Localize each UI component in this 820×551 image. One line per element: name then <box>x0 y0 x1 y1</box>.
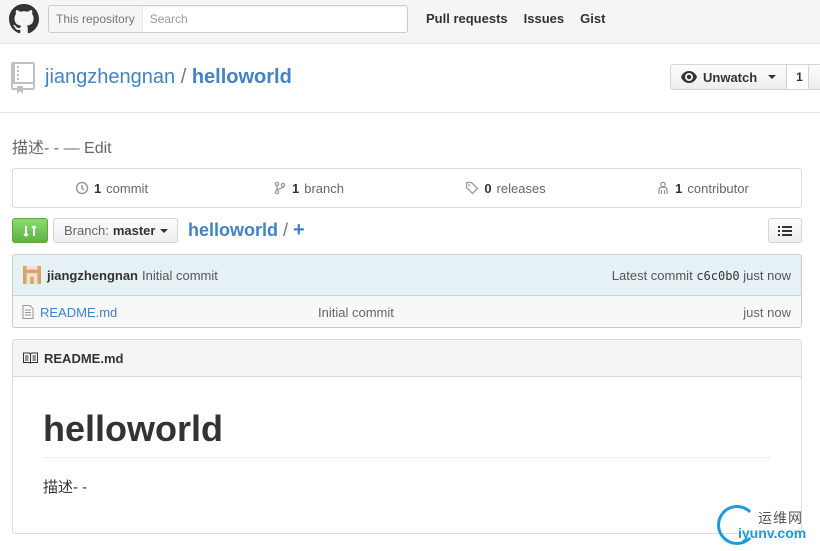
summary-commits[interactable]: 1 commit <box>13 169 210 207</box>
commit-message-link[interactable]: Initial commit <box>142 268 218 283</box>
commit-time: just now <box>743 267 791 283</box>
breadcrumb: helloworld / + <box>188 219 305 242</box>
table-row: README.md Initial commit just now <box>13 296 801 327</box>
book-icon <box>23 352 38 364</box>
summary-contributors[interactable]: 1 contributor <box>604 169 801 207</box>
repo-owner-link[interactable]: jiangzhengnan <box>45 66 175 88</box>
readme-filename: README.md <box>44 350 124 366</box>
compare-review-button[interactable] <box>12 218 48 243</box>
latest-commit-info: Latest commit c6c0b0 just now <box>612 268 791 283</box>
watermark-url: iyunv.com <box>738 525 807 541</box>
contributors-count: 1 <box>675 180 683 196</box>
file-age: just now <box>743 304 791 320</box>
nav-issues[interactable]: Issues <box>524 11 564 26</box>
search-input[interactable] <box>142 7 403 31</box>
description-dash: — <box>63 140 80 157</box>
github-logo-icon[interactable] <box>9 4 39 34</box>
file-name-link[interactable]: README.md <box>40 305 318 320</box>
avatar[interactable] <box>23 266 41 284</box>
list-icon <box>778 225 792 236</box>
repo-name-link[interactable]: helloworld <box>192 66 292 88</box>
branch-name: master <box>112 223 156 238</box>
summary-releases[interactable]: 0 releases <box>407 169 604 207</box>
header-nav: Pull requests Issues Gist <box>426 11 605 26</box>
watch-button-group: Unwatch 1 <box>670 64 813 90</box>
numbers-summary: 1 commit 1 branch 0 releases 1 contribut… <box>12 168 802 208</box>
repo-title: jiangzhengnan / helloworld <box>45 66 292 89</box>
site-header: This repository Pull requests Issues Gis… <box>0 0 820 44</box>
git-branch-icon <box>274 181 286 195</box>
chevron-down-icon <box>768 75 777 79</box>
branch-prefix: Branch: <box>64 223 109 238</box>
site-search: This repository <box>48 5 408 33</box>
commit-author-link[interactable]: jiangzhengnan <box>47 268 138 283</box>
readme-header: README.md <box>13 340 801 377</box>
site-watermark: 运维网 iyunv.com <box>714 503 818 547</box>
breadcrumb-repo-link[interactable]: helloworld <box>188 220 278 240</box>
repo-header: jiangzhengnan / helloworld Unwatch 1 <box>0 44 820 113</box>
commit-tease: jiangzhengnan Initial commit Latest comm… <box>13 255 801 296</box>
edit-description-link[interactable]: Edit <box>84 140 112 157</box>
commit-sha-link[interactable]: c6c0b0 <box>696 269 739 283</box>
tag-icon <box>466 181 479 195</box>
readme-content: helloworld 描述- - <box>13 377 801 497</box>
unwatch-label: Unwatch <box>703 69 758 85</box>
commits-label: commit <box>106 180 149 196</box>
history-icon <box>75 181 89 195</box>
readme-heading: helloworld <box>43 407 771 458</box>
list-view-button[interactable] <box>768 218 802 243</box>
add-file-button[interactable]: + <box>293 219 305 241</box>
organization-icon <box>658 181 668 194</box>
repo-description: 描述- - — Edit <box>12 134 112 158</box>
file-text-icon <box>22 305 34 319</box>
star-button[interactable] <box>808 64 820 90</box>
releases-label: releases <box>496 180 546 196</box>
eye-icon <box>681 71 697 83</box>
branches-label: branch <box>304 180 344 196</box>
search-scope-badge: This repository <box>49 6 143 32</box>
breadcrumb-separator: / <box>283 220 289 240</box>
contributors-label: contributor <box>687 180 749 196</box>
repo-title-separator: / <box>180 66 187 88</box>
nav-gist[interactable]: Gist <box>580 11 605 26</box>
commits-count: 1 <box>93 180 102 196</box>
branch-select-button[interactable]: Branch: master <box>53 218 178 243</box>
compare-arrows-icon <box>23 224 37 237</box>
readme-paragraph: 描述- - <box>43 479 88 496</box>
releases-count: 0 <box>484 180 492 196</box>
unwatch-button[interactable]: Unwatch <box>670 64 788 90</box>
branches-count: 1 <box>292 180 300 196</box>
description-text: 描述- - <box>12 140 60 157</box>
latest-commit-label: Latest commit <box>611 267 693 283</box>
file-listing: jiangzhengnan Initial commit Latest comm… <box>12 254 802 328</box>
repo-book-icon <box>11 62 35 94</box>
nav-pull-requests[interactable]: Pull requests <box>426 11 508 26</box>
file-commit-message-link[interactable]: Initial commit <box>318 305 394 320</box>
readme-panel: README.md helloworld 描述- - <box>12 339 802 534</box>
summary-branches[interactable]: 1 branch <box>210 169 407 207</box>
chevron-down-icon <box>160 228 169 233</box>
